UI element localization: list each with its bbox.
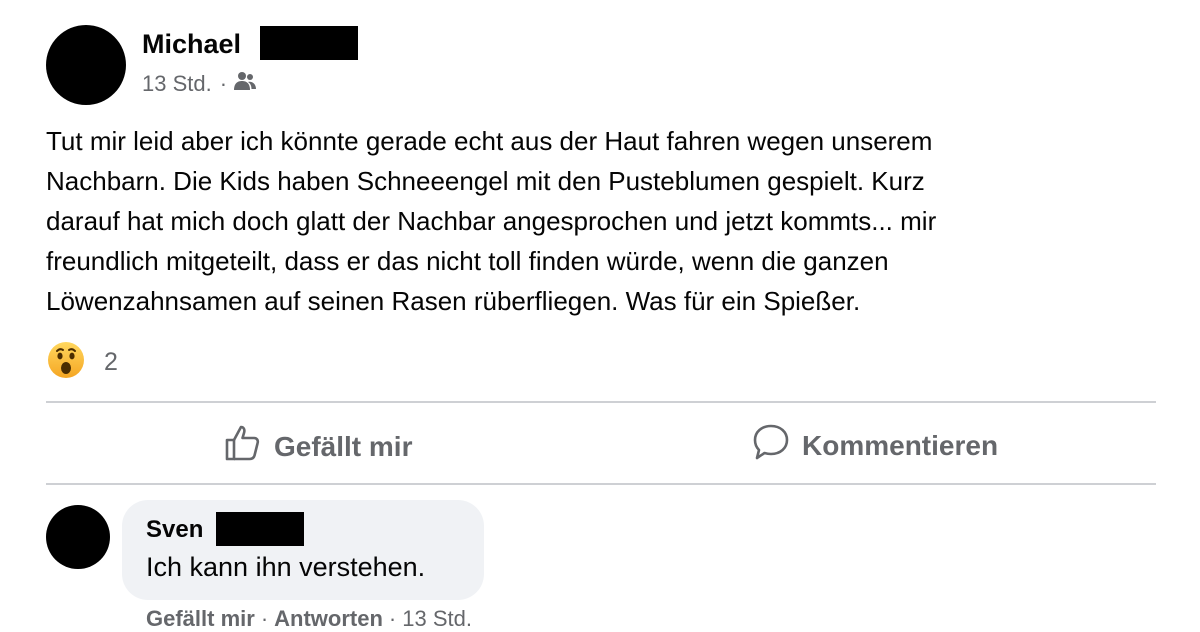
divider-bottom: [46, 483, 1156, 485]
comment-timestamp[interactable]: 13 Std.: [402, 606, 472, 632]
comment-like-link[interactable]: Gefällt mir: [146, 606, 255, 632]
wow-emoji-icon: [46, 340, 86, 385]
post-text: Tut mir leid aber ich könnte gerade echt…: [46, 126, 937, 316]
comment-author-redaction: [216, 512, 304, 546]
post-author-avatar[interactable]: [46, 25, 126, 105]
author-lastname-redaction: [260, 26, 358, 60]
friends-icon: [233, 71, 257, 97]
reaction-count: 2: [104, 348, 118, 376]
like-button[interactable]: Gefällt mir: [222, 423, 412, 470]
comment-separator: ·: [388, 606, 397, 631]
comment-separator: ·: [260, 606, 269, 631]
meta-separator: ·: [219, 71, 228, 96]
speech-bubble-icon: [752, 423, 802, 468]
like-button-label: Gefällt mir: [274, 430, 413, 462]
post-timestamp[interactable]: 13 Std.: [142, 71, 212, 97]
comment-reply-link[interactable]: Antworten: [274, 606, 383, 632]
divider-top: [46, 401, 1156, 403]
thumbs-up-icon: [222, 423, 274, 470]
reactions-summary[interactable]: 2: [46, 340, 118, 385]
comment-author-name[interactable]: Sven: [146, 516, 203, 544]
comment-author-avatar[interactable]: [46, 505, 110, 569]
comment-actions: Gefällt mir · Antworten · 13 Std.: [146, 606, 472, 632]
comment-text: Ich kann ihn verstehen.: [146, 552, 426, 582]
comment-button-label: Kommentieren: [802, 429, 999, 461]
comment-button[interactable]: Kommentieren: [752, 423, 998, 468]
post-meta: 13 Std. ·: [142, 71, 257, 97]
comment-bubble: Sven Ich kann ihn verstehen.: [122, 500, 484, 600]
post-author-name[interactable]: Michael: [142, 29, 241, 60]
